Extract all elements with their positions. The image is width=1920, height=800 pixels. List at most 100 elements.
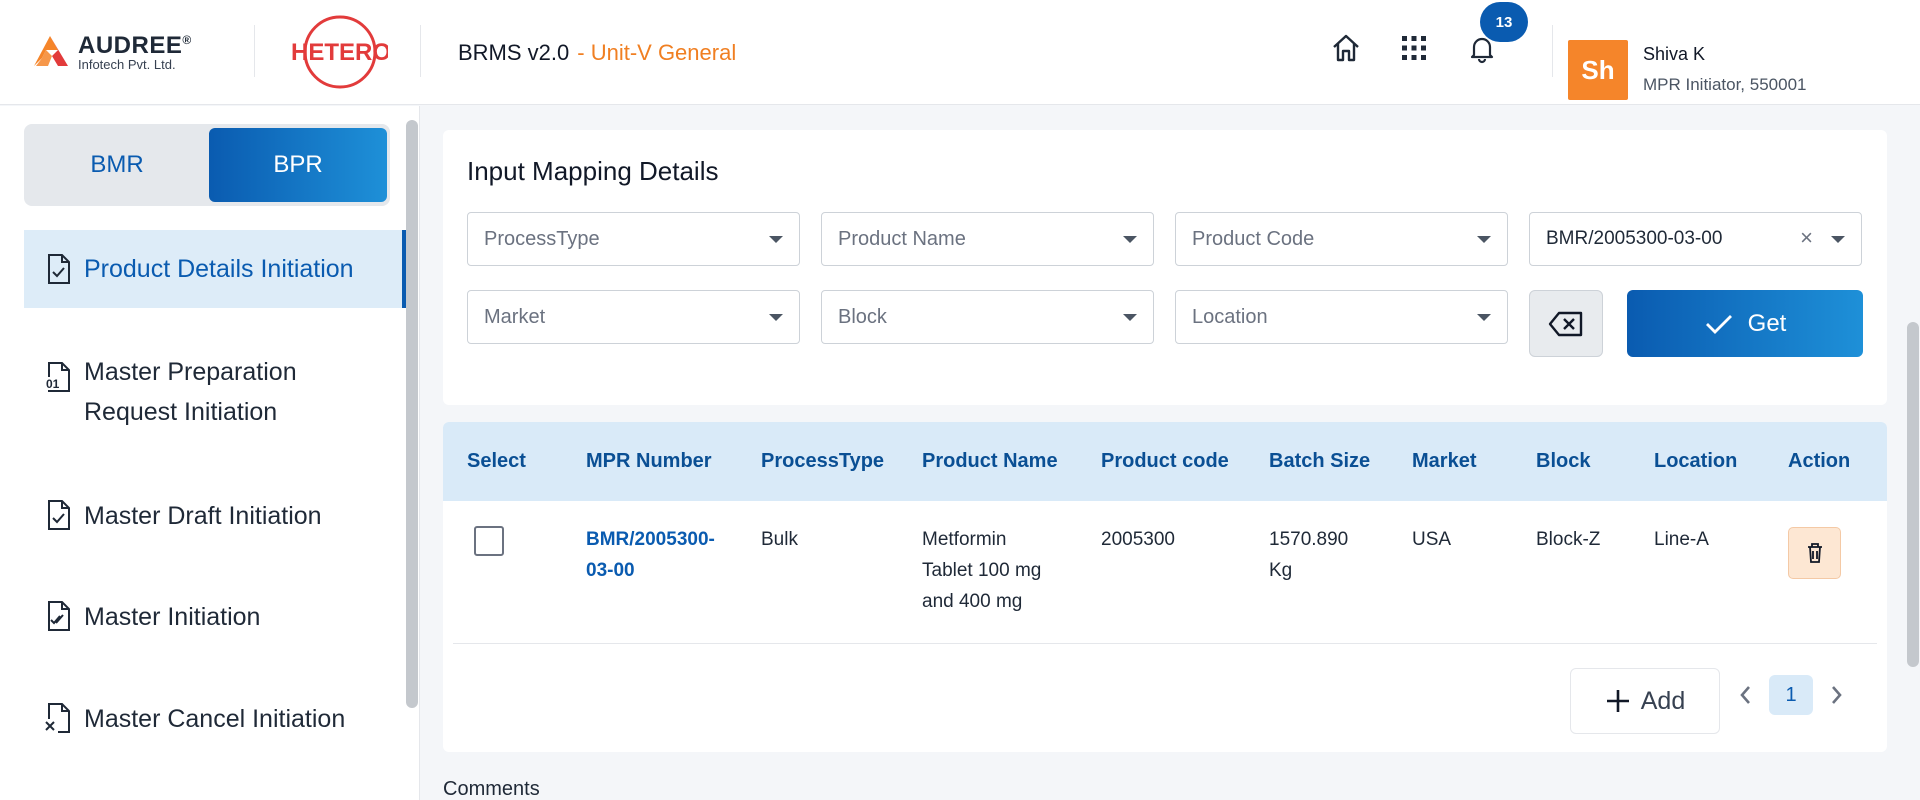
- home-icon[interactable]: [1328, 30, 1364, 66]
- market-select[interactable]: Market: [467, 290, 800, 344]
- toggle-bpr[interactable]: BPR: [209, 128, 387, 202]
- select-placeholder: Market: [484, 306, 546, 328]
- column-header: Block: [1536, 450, 1591, 472]
- chevron-down-icon: [1477, 236, 1491, 243]
- avatar[interactable]: Sh: [1568, 40, 1628, 100]
- comments-label: Comments: [443, 778, 540, 800]
- apps-grid-icon[interactable]: [1396, 30, 1432, 66]
- mpr-number-link[interactable]: BMR/2005300- 03-00: [586, 524, 715, 586]
- mapping-table: Select MPR Number ProcessType Product Na…: [443, 422, 1887, 752]
- location-select[interactable]: Location: [1175, 290, 1508, 344]
- chevron-down-icon: [1477, 314, 1491, 321]
- sidebar-item-master-initiation[interactable]: Master Initiation: [24, 589, 407, 645]
- file-x-icon: [42, 701, 74, 735]
- sidebar-item-product-details-initiation[interactable]: Product Details Initiation: [24, 230, 407, 308]
- header-divider: [254, 25, 255, 77]
- sidebar-item-label: Master Draft Initiation: [84, 502, 322, 530]
- app-unit: - Unit-V General: [577, 40, 737, 65]
- card-title: Input Mapping Details: [467, 156, 719, 186]
- sidebar-item-label: Master Cancel Initiation: [84, 705, 346, 733]
- column-header: Product code: [1101, 450, 1229, 472]
- audree-logo: AUDREE® Infotech Pvt. Ltd.: [30, 28, 192, 72]
- row-divider: [453, 643, 1877, 644]
- select-placeholder: Product Name: [838, 228, 966, 250]
- trash-icon: [1807, 543, 1822, 563]
- file-check-icon: [42, 252, 74, 286]
- column-header: Action: [1788, 450, 1851, 472]
- cell-process-type: Bulk: [761, 529, 798, 550]
- notification-badge[interactable]: 13: [1480, 2, 1528, 42]
- chevron-down-icon: [769, 236, 783, 243]
- chevron-down-icon: [769, 314, 783, 321]
- svg-text:01: 01: [46, 377, 60, 391]
- column-header: Product Name: [922, 450, 1058, 472]
- chevron-right-icon[interactable]: [1825, 680, 1849, 710]
- company-name: AUDREE: [78, 32, 183, 59]
- sidebar-item-master-cancel-initiation[interactable]: Master Cancel Initiation: [24, 691, 407, 747]
- close-icon[interactable]: ×: [1800, 225, 1813, 251]
- add-button-label: Add: [1640, 686, 1686, 715]
- cell-product-name: Metformin Tablet 100 mg and 400 mg: [922, 529, 1042, 612]
- clear-filters-button[interactable]: [1529, 290, 1603, 357]
- row-select-checkbox[interactable]: [474, 526, 504, 556]
- select-placeholder: Product Code: [1192, 228, 1315, 250]
- audree-logo-mark: [30, 30, 72, 70]
- mpr-number-select[interactable]: BMR/2005300-03-00 ×: [1529, 212, 1862, 266]
- column-header: Select: [467, 450, 526, 472]
- svg-text:HETERO: HETERO: [291, 39, 388, 66]
- delete-row-button[interactable]: [1788, 527, 1841, 579]
- company-subtitle: Infotech Pvt. Ltd.: [78, 57, 176, 72]
- sidebar: BMR BPR Product Details Initiation 01 Ma…: [0, 106, 420, 800]
- table-header: Select MPR Number ProcessType Product Na…: [443, 422, 1887, 501]
- column-header: ProcessType: [761, 450, 885, 472]
- cell-product-code: 2005300: [1101, 529, 1175, 550]
- header-divider: [420, 25, 421, 77]
- sidebar-item-master-preparation-request-initiation[interactable]: 01 Master Preparation Request Initiation: [24, 342, 407, 434]
- product-code-select[interactable]: Product Code: [1175, 212, 1508, 266]
- sidebar-item-label: Product Details Initiation: [84, 255, 354, 283]
- user-name: Shiva K: [1643, 44, 1706, 64]
- column-header: Batch Size: [1269, 450, 1371, 472]
- select-placeholder: Location: [1192, 306, 1268, 328]
- cell-location: Line-A: [1654, 529, 1709, 550]
- product-name-select[interactable]: Product Name: [821, 212, 1154, 266]
- app-header: AUDREE® Infotech Pvt. Ltd. HETERO BRMS v…: [0, 0, 1920, 105]
- get-button-label: Get: [1747, 309, 1787, 337]
- file-binary-icon: 01: [42, 360, 74, 394]
- block-select[interactable]: Block: [821, 290, 1154, 344]
- chevron-down-icon: [1831, 236, 1845, 243]
- cell-block: Block-Z: [1536, 529, 1601, 550]
- sidebar-item-master-draft-initiation[interactable]: Master Draft Initiation: [24, 488, 407, 544]
- check-icon: [1705, 314, 1732, 334]
- process-type-select[interactable]: ProcessType: [467, 212, 800, 266]
- chevron-left-icon[interactable]: [1733, 680, 1757, 710]
- file-check-icon: [42, 498, 74, 532]
- chevron-down-icon: [1123, 236, 1137, 243]
- select-value: BMR/2005300-03-00: [1546, 228, 1723, 249]
- page-number-button[interactable]: 1: [1769, 675, 1813, 715]
- add-button[interactable]: Add: [1570, 668, 1720, 734]
- chevron-down-icon: [1123, 314, 1137, 321]
- sidebar-item-label: Master Initiation: [84, 603, 261, 631]
- registered-mark: ®: [182, 33, 192, 47]
- select-placeholder: ProcessType: [484, 228, 600, 250]
- column-header: Location: [1654, 450, 1738, 472]
- toggle-bmr[interactable]: BMR: [28, 128, 206, 202]
- column-header: MPR Number: [586, 450, 712, 472]
- column-header: Market: [1412, 450, 1477, 472]
- user-role: MPR Initiator, 550001: [1643, 75, 1807, 94]
- backspace-icon: [1548, 311, 1583, 336]
- app-title: BRMS v2.0 - Unit-V General: [458, 40, 736, 66]
- cell-batch-size: 1570.890 Kg: [1269, 529, 1349, 581]
- main-scrollbar[interactable]: [1907, 322, 1919, 667]
- input-mapping-card: Input Mapping Details ProcessType Produc…: [443, 130, 1887, 405]
- sidebar-item-label: Master Preparation: [84, 358, 297, 386]
- cell-market: USA: [1412, 529, 1452, 550]
- get-button[interactable]: Get: [1627, 290, 1863, 357]
- app-name: BRMS v2.0: [458, 40, 570, 65]
- header-divider: [1552, 25, 1553, 77]
- file-double-check-icon: [42, 599, 74, 633]
- plus-icon: [1606, 690, 1629, 712]
- sidebar-scrollbar[interactable]: [406, 120, 418, 708]
- select-placeholder: Block: [838, 306, 887, 328]
